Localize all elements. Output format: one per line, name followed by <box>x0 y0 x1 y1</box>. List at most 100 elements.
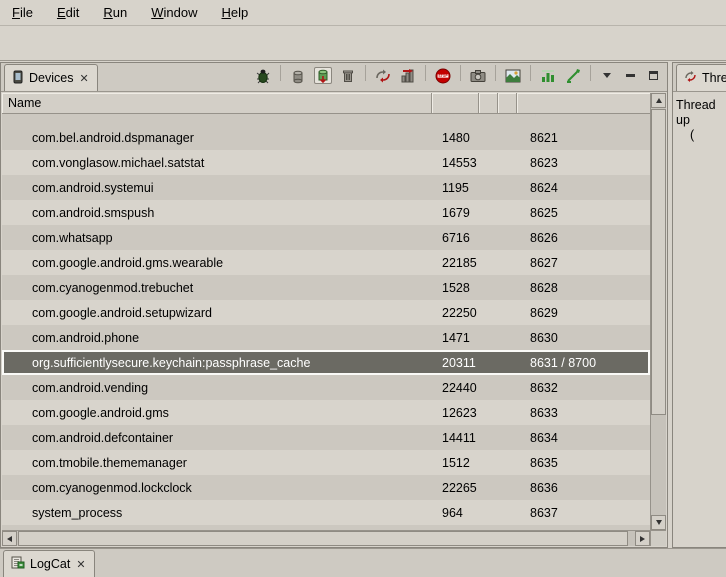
devices-toolbar: STOP <box>254 65 667 91</box>
devices-panel: Devices ✕ <box>0 62 668 548</box>
menu-run[interactable]: Run <box>101 3 129 22</box>
process-name: com.android.defcontainer <box>2 431 432 445</box>
process-name: com.cyanogenmod.trebuchet <box>2 281 432 295</box>
threads-tab-label: Threa <box>702 71 726 85</box>
process-port: 8629 <box>517 306 650 320</box>
column-header-port[interactable] <box>517 93 650 113</box>
process-row[interactable]: com.google.android.gms.wearable 22185 86… <box>2 250 650 275</box>
threads-body: Thread up ( <box>673 92 726 149</box>
process-name: com.android.smspush <box>2 206 432 220</box>
devices-tab-label: Devices <box>29 71 73 85</box>
process-row[interactable]: com.android.vending 22440 8632 <box>2 375 650 400</box>
vertical-scrollbar[interactable] <box>650 93 666 530</box>
process-row[interactable]: system_process 964 8637 <box>2 500 650 525</box>
toolbar-separator <box>530 65 531 81</box>
toolbar-separator <box>280 65 281 81</box>
process-row[interactable]: com.tmobile.thememanager 1512 8635 <box>2 450 650 475</box>
devices-tab-close-icon[interactable]: ✕ <box>78 72 89 85</box>
threads-tabbar: Threa <box>673 63 726 92</box>
process-port: 8621 <box>517 131 650 145</box>
process-port: 8630 <box>517 331 650 345</box>
process-pid: 1679 <box>432 206 479 220</box>
process-port: 8624 <box>517 181 650 195</box>
process-row[interactable]: com.android.smspush 1679 8625 <box>2 200 650 225</box>
tab-threads[interactable]: Threa <box>676 64 726 91</box>
tab-devices[interactable]: Devices ✕ <box>4 64 98 91</box>
process-row[interactable]: com.google.android.setupwizard 22250 862… <box>2 300 650 325</box>
process-port: 8636 <box>517 481 650 495</box>
toolbar-separator <box>495 65 496 81</box>
menu-window[interactable]: Window <box>149 3 199 22</box>
vertical-scroll-thumb[interactable] <box>651 109 666 415</box>
threads-panel: Threa Thread up ( <box>672 62 726 548</box>
update-threads-icon[interactable] <box>374 67 392 84</box>
process-row[interactable]: com.bel.android.dspmanager 1480 8621 <box>2 125 650 150</box>
scroll-up-button[interactable] <box>651 93 666 108</box>
process-row[interactable]: com.vonglasow.michael.satstat 14553 8623 <box>2 150 650 175</box>
svg-text:STOP: STOP <box>438 74 448 78</box>
scroll-left-button[interactable] <box>2 531 17 546</box>
debug-process-icon[interactable] <box>254 67 272 84</box>
method-profiling-icon[interactable] <box>399 67 417 84</box>
process-pid: 12623 <box>432 406 479 420</box>
update-heap-icon[interactable] <box>289 67 307 84</box>
process-port: 8625 <box>517 206 650 220</box>
process-row[interactable]: com.android.phone 1471 8630 <box>2 325 650 350</box>
process-row[interactable]: org.sufficientlysecure.keychain:passphra… <box>2 350 650 375</box>
logcat-tab-icon <box>11 556 25 572</box>
process-row[interactable]: com.google.android.gms 12623 8633 <box>2 400 650 425</box>
process-name: com.android.phone <box>2 331 432 345</box>
thread-updates-icon[interactable] <box>539 67 557 84</box>
process-pid: 1528 <box>432 281 479 295</box>
table-body: com.bel.android.dspmanager 1480 8621 com… <box>2 114 650 530</box>
stop-process-icon[interactable]: STOP <box>434 67 452 84</box>
horizontal-scroll-thumb[interactable] <box>18 531 628 546</box>
process-row[interactable]: com.cyanogenmod.lockclock 22265 8636 <box>2 475 650 500</box>
process-port: 8631 / 8700 <box>517 356 650 370</box>
process-row[interactable]: com.whatsapp 6716 8626 <box>2 225 650 250</box>
maximize-icon[interactable] <box>645 68 661 84</box>
process-name: com.vonglasow.michael.satstat <box>2 156 432 170</box>
process-name: com.android.vending <box>2 381 432 395</box>
main-window: File Edit Run Window Help Devices ✕ <box>0 0 726 577</box>
menu-file[interactable]: File <box>10 3 35 22</box>
process-row[interactable]: com.cyanogenmod.trebuchet 1528 8628 <box>2 275 650 300</box>
process-pid: 14411 <box>432 431 479 445</box>
menu-help[interactable]: Help <box>219 3 250 22</box>
process-pid: 1512 <box>432 456 479 470</box>
scroll-down-button[interactable] <box>651 515 666 530</box>
cause-gc-icon[interactable] <box>339 67 357 84</box>
process-name: com.cyanogenmod.lockclock <box>2 481 432 495</box>
toolbar-separator <box>365 65 366 81</box>
dump-hprof-icon[interactable] <box>314 67 332 84</box>
column-header-name[interactable]: Name <box>2 93 432 113</box>
toolbar-area <box>0 26 726 61</box>
menu-edit[interactable]: Edit <box>55 3 81 22</box>
process-port: 8633 <box>517 406 650 420</box>
process-name: com.android.systemui <box>2 181 432 195</box>
logcat-tab-close-icon[interactable]: ✕ <box>75 558 86 571</box>
process-name: system_process <box>2 506 432 520</box>
devices-tabbar: Devices ✕ <box>1 63 667 92</box>
process-port: 8627 <box>517 256 650 270</box>
scroll-right-button[interactable] <box>635 531 650 546</box>
logcat-tab-label: LogCat <box>30 557 70 571</box>
column-header-blank1[interactable] <box>479 93 498 113</box>
column-header-pid[interactable] <box>432 93 479 113</box>
heap-updates-icon[interactable] <box>564 67 582 84</box>
tab-logcat[interactable]: LogCat ✕ <box>3 550 95 577</box>
scrollbar-corner <box>650 530 666 546</box>
process-row[interactable]: com.android.defcontainer 14411 8634 <box>2 425 650 450</box>
process-row[interactable]: com.android.systemui 1195 8624 <box>2 175 650 200</box>
view-hierarchy-icon[interactable] <box>504 67 522 84</box>
screen-capture-icon[interactable] <box>469 67 487 84</box>
minimize-icon[interactable] <box>622 68 638 84</box>
toolbar-separator <box>425 65 426 81</box>
table-header: Name <box>2 93 650 114</box>
toolbar-separator <box>590 65 591 81</box>
horizontal-scrollbar[interactable] <box>2 530 650 546</box>
process-name: com.google.android.gms <box>2 406 432 420</box>
view-menu-icon[interactable] <box>599 68 615 84</box>
process-pid: 22250 <box>432 306 479 320</box>
column-header-blank2[interactable] <box>498 93 517 113</box>
